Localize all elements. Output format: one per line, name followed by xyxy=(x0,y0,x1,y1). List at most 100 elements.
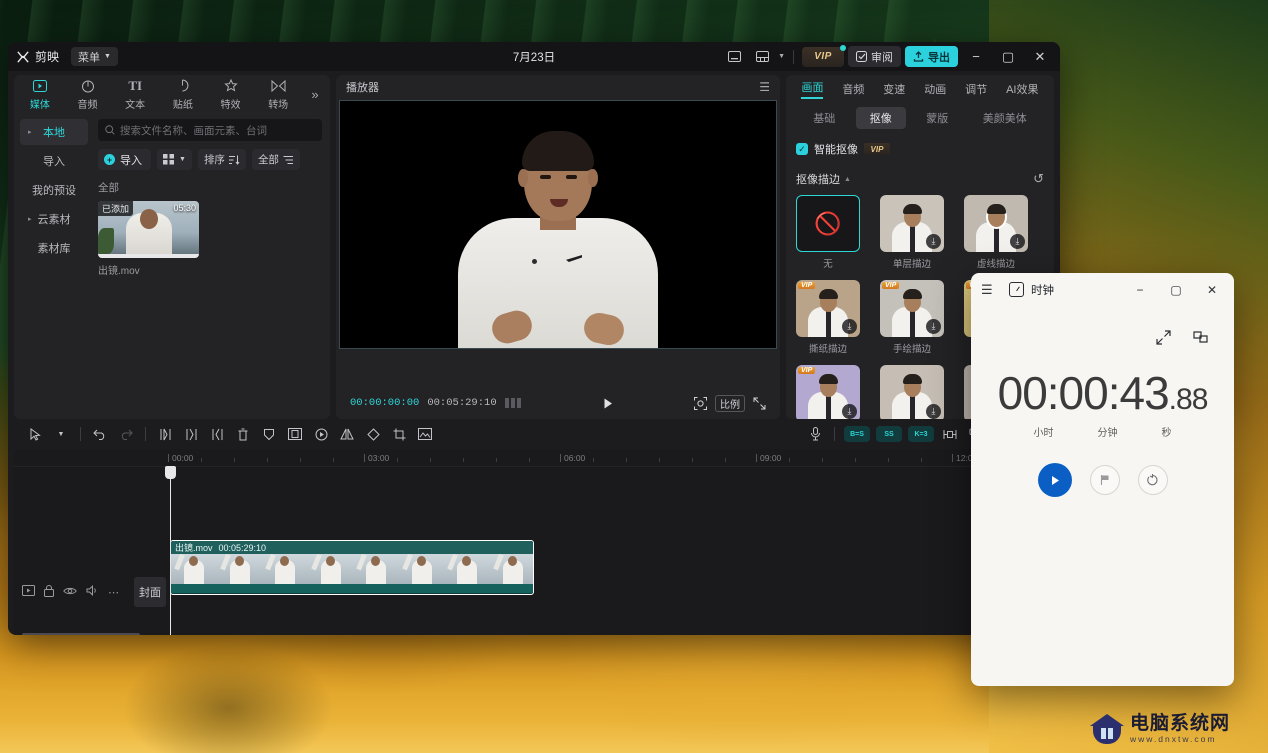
stroke-thumb[interactable]: VIP ⤓ xyxy=(880,280,944,337)
download-icon[interactable]: ⤓ xyxy=(1010,234,1025,249)
speed-chip-2[interactable]: SS xyxy=(876,426,902,442)
search-bar[interactable]: 搜索文件名称、画面元素、台词 xyxy=(98,119,322,141)
select-tool-dropdown[interactable]: ▼ xyxy=(48,423,74,445)
stroke-option[interactable]: VIP ⤓ 手绘描边 xyxy=(880,280,944,355)
tab-adjust[interactable]: 调节 xyxy=(965,81,987,97)
import-button[interactable]: + 导入 xyxy=(98,149,151,170)
media-item[interactable]: 已添加 05:30 出镜.mov xyxy=(98,201,199,277)
smart-cutout-row[interactable]: ✓ 智能抠像 VIP xyxy=(796,141,1044,157)
close-button[interactable]: ✕ xyxy=(1026,45,1054,69)
zoom-fit-icon[interactable] xyxy=(694,396,707,410)
reset-button[interactable] xyxy=(1137,465,1168,495)
timeline-horizontal-scrollbar[interactable] xyxy=(22,633,140,635)
flag-button[interactable] xyxy=(1089,465,1120,495)
tab-speed[interactable]: 变速 xyxy=(883,81,905,97)
stroke-thumb[interactable]: ⤓ xyxy=(880,365,944,419)
minimize-button[interactable]: − xyxy=(962,45,990,69)
compact-icon[interactable] xyxy=(1193,330,1208,348)
subtab-beauty[interactable]: 美颜美体 xyxy=(969,107,1041,129)
chevron-double-right-icon[interactable]: » xyxy=(302,87,328,102)
more-icon[interactable]: ⋯ xyxy=(108,586,119,599)
layout-chevron-icon[interactable]: ▼ xyxy=(778,53,785,60)
expand-icon[interactable] xyxy=(1156,330,1171,348)
sort-button[interactable]: 排序 xyxy=(197,149,246,170)
video-preview[interactable] xyxy=(339,100,777,349)
download-icon[interactable]: ⤓ xyxy=(842,319,857,334)
review-button[interactable]: 审阅 xyxy=(848,46,901,67)
ratio-button[interactable]: 比例 xyxy=(715,394,745,412)
tab-audio[interactable]: 音频 xyxy=(64,78,112,111)
subtab-cutout[interactable]: 抠像 xyxy=(855,107,906,129)
subtab-mask[interactable]: 蒙版 xyxy=(912,107,962,129)
subtitle-panel-icon[interactable] xyxy=(722,46,746,68)
tab-effects[interactable]: 特效 xyxy=(207,78,255,111)
image-adjust-button[interactable] xyxy=(412,423,438,445)
stroke-thumb[interactable]: VIP ⤓ xyxy=(796,365,860,419)
clock-minimize-button[interactable]: − xyxy=(1122,275,1158,305)
reverse-button[interactable] xyxy=(308,423,334,445)
stroke-option[interactable]: ⤓ 虚线描边 xyxy=(964,195,1028,270)
eye-icon[interactable] xyxy=(63,586,77,599)
tab-ai-effects[interactable]: AI效果 xyxy=(1006,81,1038,97)
fullscreen-icon[interactable] xyxy=(753,397,766,410)
mirror-button[interactable] xyxy=(334,423,360,445)
playhead-handle[interactable] xyxy=(165,466,176,479)
checkbox-checked-icon[interactable]: ✓ xyxy=(796,143,808,155)
sidebar-item-library[interactable]: 素材库 xyxy=(20,235,88,261)
download-icon[interactable]: ⤓ xyxy=(926,234,941,249)
clock-maximize-button[interactable]: ▢ xyxy=(1158,275,1194,305)
stroke-option[interactable]: VIP ⤓ xyxy=(796,365,860,419)
trim-right-button[interactable] xyxy=(204,423,230,445)
sidebar-item-local[interactable]: ▸ 本地 xyxy=(20,119,88,145)
playhead[interactable] xyxy=(165,466,176,635)
undo-button[interactable] xyxy=(87,423,113,445)
player-menu-icon[interactable]: ☰ xyxy=(759,80,770,94)
filter-button[interactable]: 全部 xyxy=(251,149,300,170)
download-icon[interactable]: ⤓ xyxy=(842,404,857,419)
split-button[interactable] xyxy=(152,423,178,445)
tab-sticker[interactable]: 贴纸 xyxy=(159,78,207,111)
speaker-icon[interactable] xyxy=(86,585,99,599)
reset-icon[interactable]: ↺ xyxy=(1033,171,1044,187)
trim-left-button[interactable] xyxy=(178,423,204,445)
download-icon[interactable]: ⤓ xyxy=(926,319,941,334)
snap-button[interactable] xyxy=(937,423,963,445)
timeline-ruler[interactable]: 00:00 03:00 06:00 09:00 12:0 xyxy=(14,449,1054,467)
hamburger-menu-icon[interactable]: ☰ xyxy=(981,282,1003,298)
speed-chip-3[interactable]: K=3 xyxy=(908,426,934,442)
stroke-thumb-none[interactable]: 🚫 xyxy=(796,195,860,252)
cover-button[interactable]: 封面 xyxy=(134,577,166,607)
speed-chip-1[interactable]: B=S xyxy=(844,426,870,442)
subtab-basic[interactable]: 基础 xyxy=(799,107,849,129)
sidebar-item-presets[interactable]: 我的预设 xyxy=(20,177,88,203)
chevron-up-icon[interactable]: ▲ xyxy=(844,176,851,183)
tab-media[interactable]: 媒体 xyxy=(16,78,64,111)
download-icon[interactable]: ⤓ xyxy=(926,404,941,419)
timeline-clip[interactable]: 出镜.mov 00:05:29:10 xyxy=(170,540,534,595)
play-button[interactable] xyxy=(1037,463,1072,497)
tab-transition[interactable]: 转场 xyxy=(254,78,302,111)
timeline-canvas[interactable]: 00:00 03:00 06:00 09:00 12:0 ⋯ 封面 出镜.mov… xyxy=(14,449,1054,635)
tab-picture[interactable]: 画面 xyxy=(801,79,824,99)
clock-close-button[interactable]: ✕ xyxy=(1194,275,1230,305)
sidebar-item-import[interactable]: 导入 xyxy=(20,148,88,174)
stroke-thumb[interactable]: ⤓ xyxy=(964,195,1028,252)
crop-button[interactable] xyxy=(386,423,412,445)
delete-button[interactable] xyxy=(230,423,256,445)
freeze-frame-button[interactable] xyxy=(282,423,308,445)
keyframe-button[interactable] xyxy=(256,423,282,445)
stroke-thumb[interactable]: ⤓ xyxy=(880,195,944,252)
menu-button[interactable]: 菜单 ▼ xyxy=(71,47,118,66)
search-input[interactable]: 搜索文件名称、画面元素、台词 xyxy=(120,123,267,138)
layout-panel-icon[interactable] xyxy=(750,46,774,68)
redo-button[interactable] xyxy=(113,423,139,445)
maximize-button[interactable]: ▢ xyxy=(994,45,1022,69)
select-tool-button[interactable] xyxy=(22,423,48,445)
media-thumbnail[interactable]: 已添加 05:30 xyxy=(98,201,199,258)
tab-text[interactable]: TI 文本 xyxy=(111,78,159,111)
lock-icon[interactable] xyxy=(44,584,54,600)
export-button[interactable]: 导出 xyxy=(905,46,958,67)
sidebar-item-cloud[interactable]: ▸ 云素材 xyxy=(20,206,88,232)
track-thumbnail-icon[interactable] xyxy=(22,585,35,599)
stroke-option[interactable]: 🚫 无 xyxy=(796,195,860,270)
